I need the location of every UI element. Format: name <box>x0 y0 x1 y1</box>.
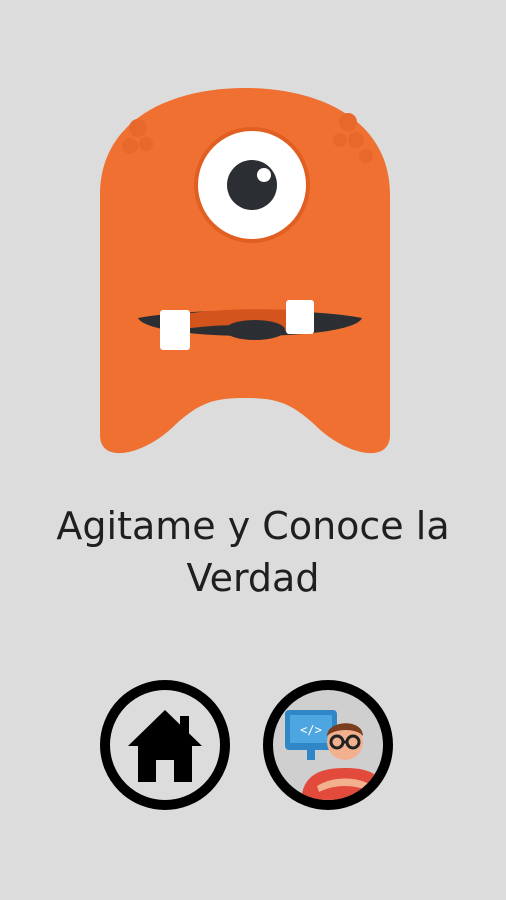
monster-illustration[interactable] <box>90 80 400 470</box>
monster-icon <box>100 88 390 454</box>
home-button[interactable] <box>100 680 230 810</box>
home-icon <box>128 710 202 782</box>
developer-button[interactable]: </> <box>263 680 393 810</box>
svg-text:</>: </> <box>300 723 322 737</box>
developer-avatar-icon: </> <box>285 710 383 800</box>
shake-prompt-text: Agitame y Conoce la Verdad <box>56 504 450 600</box>
